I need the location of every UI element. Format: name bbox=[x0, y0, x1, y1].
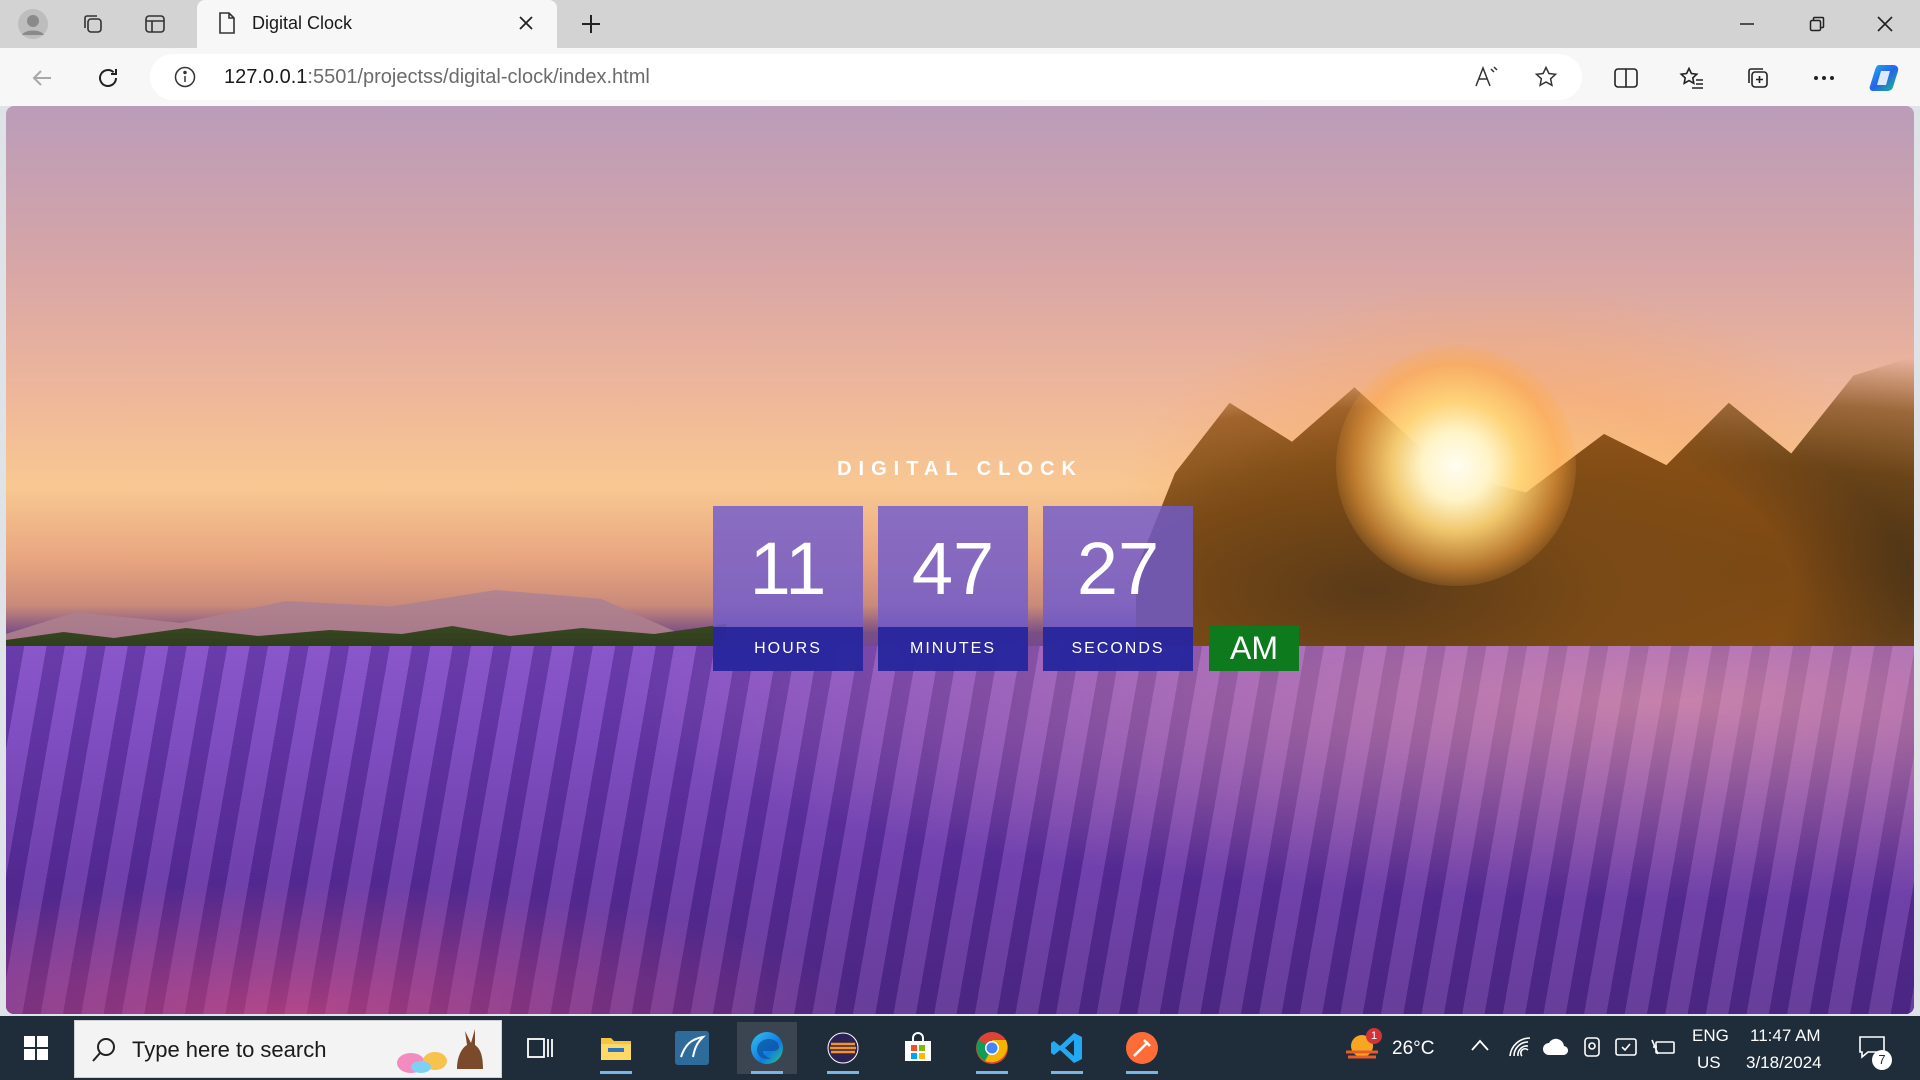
weather-alert-badge: 1 bbox=[1366, 1028, 1382, 1044]
onedrive-cloud-icon[interactable] bbox=[1542, 1038, 1568, 1056]
plus-icon bbox=[582, 15, 600, 33]
close-tab-icon[interactable] bbox=[517, 14, 535, 32]
taskbar: Type here to search 1 26°C ENG US 11:47 … bbox=[0, 1016, 1920, 1080]
refresh-button[interactable] bbox=[88, 58, 128, 98]
weather-temperature[interactable]: 26°C bbox=[1392, 1038, 1434, 1060]
minutes-value: 47 bbox=[911, 527, 995, 610]
url-host: 127.0.0.1 bbox=[224, 66, 308, 88]
split-screen-icon bbox=[1614, 68, 1638, 88]
split-screen-button[interactable] bbox=[1606, 58, 1646, 98]
mysql-workbench-icon bbox=[675, 1031, 709, 1065]
refresh-icon bbox=[99, 69, 117, 87]
favorite-star-icon[interactable] bbox=[1534, 65, 1558, 89]
minimize-button[interactable] bbox=[1712, 0, 1782, 48]
battery-icon[interactable] bbox=[1650, 1038, 1676, 1056]
workspaces-icon bbox=[84, 15, 102, 33]
workspaces-button[interactable] bbox=[72, 3, 114, 45]
vscode-app[interactable] bbox=[1037, 1022, 1097, 1074]
ampm-badge: AM bbox=[1209, 626, 1299, 671]
copilot-button[interactable] bbox=[1866, 58, 1906, 98]
favorites-button[interactable] bbox=[1672, 58, 1712, 98]
wifi-icon[interactable] bbox=[1508, 1036, 1532, 1058]
address-bar[interactable]: 127.0.0.1:5501/projectss/digital-clock/i… bbox=[150, 54, 1582, 100]
edge-icon bbox=[751, 1032, 783, 1064]
seconds-value: 27 bbox=[1076, 527, 1160, 610]
url-path: :5501/projectss/digital-clock/index.html bbox=[307, 66, 650, 88]
minimize-icon bbox=[1740, 23, 1754, 25]
task-view-button[interactable] bbox=[510, 1022, 570, 1074]
search-placeholder: Type here to search bbox=[132, 1037, 327, 1062]
lavender-highlights bbox=[6, 646, 1914, 1014]
restore-icon bbox=[1809, 16, 1825, 32]
navigation-bar: 127.0.0.1:5501/projectss/digital-clock/i… bbox=[0, 48, 1920, 106]
favorites-icon bbox=[1679, 66, 1703, 89]
read-aloud-icon[interactable] bbox=[1474, 65, 1500, 89]
file-explorer-app[interactable] bbox=[586, 1022, 646, 1074]
tab-actions-button[interactable] bbox=[134, 3, 176, 45]
postman-app[interactable] bbox=[1112, 1022, 1172, 1074]
notification-count-badge: 7 bbox=[1872, 1050, 1892, 1070]
mysql-workbench-app[interactable] bbox=[662, 1022, 722, 1074]
close-window-button[interactable] bbox=[1850, 0, 1920, 48]
eclipse-icon bbox=[827, 1032, 859, 1064]
page-viewport: DIGITAL CLOCK 11 HOURS 47 MINUTES 27 SEC… bbox=[6, 106, 1914, 1014]
microsoft-store-app[interactable] bbox=[888, 1022, 948, 1074]
hours-value: 11 bbox=[749, 527, 827, 610]
folder-icon bbox=[601, 1038, 631, 1060]
seconds-label: SECONDS bbox=[1043, 627, 1193, 671]
start-button[interactable] bbox=[6, 1022, 66, 1074]
clock-title: DIGITAL CLOCK bbox=[837, 458, 1083, 480]
close-icon bbox=[1877, 16, 1893, 32]
eclipse-app[interactable] bbox=[813, 1022, 873, 1074]
profile-button[interactable] bbox=[12, 3, 54, 45]
new-tab-button[interactable] bbox=[570, 3, 612, 45]
security-icon[interactable] bbox=[1614, 1036, 1638, 1058]
seconds-box: 27 SECONDS bbox=[1043, 506, 1193, 671]
chrome-app[interactable] bbox=[962, 1022, 1022, 1074]
hours-box: 11 HOURS bbox=[713, 506, 863, 671]
meet-now-icon[interactable] bbox=[1582, 1036, 1602, 1058]
profile-icon bbox=[18, 9, 48, 39]
tab-digital-clock[interactable]: Digital Clock bbox=[197, 0, 557, 48]
more-options-button[interactable] bbox=[1804, 58, 1844, 98]
easter-decoration-icon bbox=[387, 1027, 497, 1073]
taskbar-search-box[interactable]: Type here to search bbox=[74, 1020, 502, 1078]
vertical-tabs-icon bbox=[145, 15, 165, 33]
tab-title: Digital Clock bbox=[252, 13, 353, 33]
collections-icon bbox=[1748, 68, 1768, 88]
hours-label: HOURS bbox=[713, 627, 863, 671]
edge-app[interactable] bbox=[737, 1022, 797, 1074]
url-text[interactable]: 127.0.0.1:5501/projectss/digital-clock/i… bbox=[224, 66, 650, 89]
copilot-icon bbox=[1869, 65, 1899, 91]
windows-icon bbox=[24, 1036, 48, 1060]
more-dots-icon bbox=[1814, 76, 1834, 80]
microsoft-store-icon bbox=[905, 1032, 931, 1061]
page-icon bbox=[217, 11, 237, 35]
back-arrow-icon bbox=[32, 70, 51, 86]
restore-button[interactable] bbox=[1782, 0, 1852, 48]
postman-icon bbox=[1126, 1032, 1158, 1064]
clock-time[interactable]: 11:47 AM bbox=[1750, 1026, 1821, 1046]
language-line2[interactable]: US bbox=[1697, 1053, 1721, 1073]
clock-date[interactable]: 3/18/2024 bbox=[1746, 1053, 1822, 1073]
show-hidden-icons-chevron[interactable] bbox=[1470, 1038, 1490, 1052]
back-button[interactable] bbox=[22, 58, 62, 98]
vscode-icon bbox=[1051, 1033, 1082, 1063]
site-info-icon[interactable] bbox=[174, 66, 196, 88]
search-icon bbox=[91, 1037, 117, 1063]
minutes-box: 47 MINUTES bbox=[878, 506, 1028, 671]
language-line1[interactable]: ENG bbox=[1692, 1026, 1729, 1046]
tab-bar: Digital Clock bbox=[0, 0, 1920, 48]
minutes-label: MINUTES bbox=[878, 627, 1028, 671]
collections-button[interactable] bbox=[1738, 58, 1778, 98]
chrome-icon bbox=[976, 1032, 1008, 1064]
task-view-icon bbox=[527, 1038, 553, 1058]
